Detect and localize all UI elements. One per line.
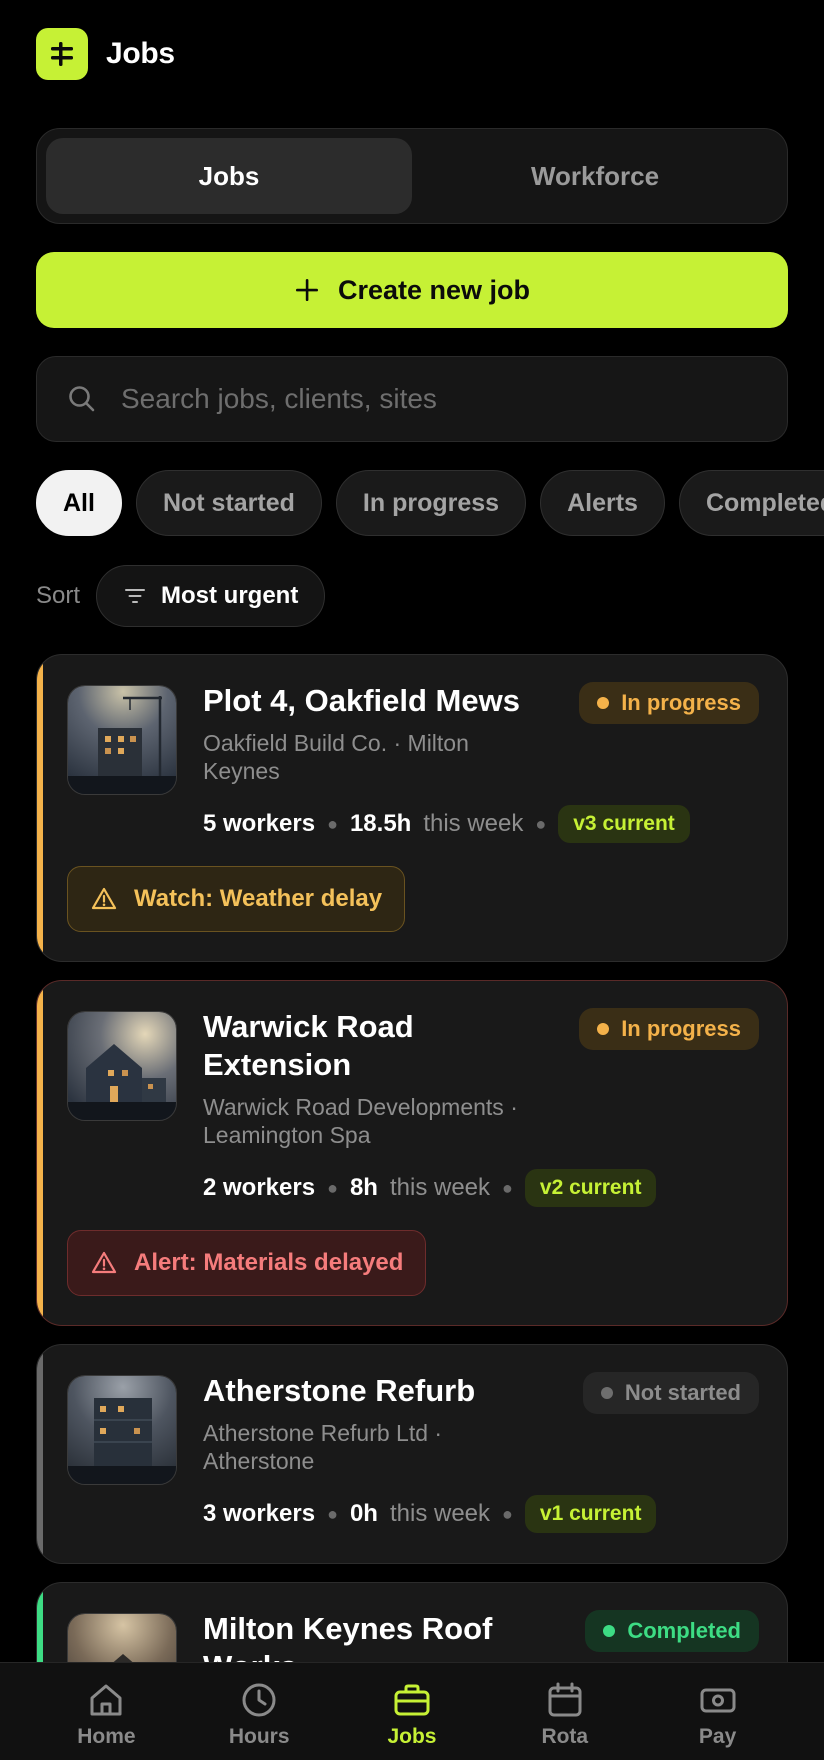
banner-text: Watch: Weather delay — [134, 885, 383, 912]
app-logo-icon — [36, 28, 88, 80]
job-client-line2: Leamington Spa — [203, 1122, 371, 1148]
page-title: Jobs — [106, 37, 175, 70]
hours-suffix: this week — [423, 810, 524, 837]
hours-value: 0h — [349, 1500, 378, 1527]
sort-label: Sort — [36, 582, 81, 609]
search-icon — [69, 386, 95, 412]
job-thumbnail — [67, 1375, 177, 1485]
status-dot-icon — [603, 1625, 616, 1637]
job-title-line1: Warwick Road — [203, 1009, 414, 1044]
separator-dot: ● — [327, 813, 338, 834]
tab-label: Jobs — [387, 1725, 437, 1748]
job-client-line1: Atherstone Refurb Ltd · — [203, 1420, 443, 1446]
watch-banner[interactable]: Watch: Weather delay — [67, 866, 406, 932]
search-placeholder: Search jobs, clients, sites — [121, 383, 437, 414]
sort-dropdown-button[interactable]: Most urgent — [96, 565, 326, 627]
filter-chip-alerts[interactable]: Alerts — [540, 470, 665, 536]
status-badge: In progress — [579, 1008, 759, 1050]
bottom-tab-bar: Home Hours Jobs Rota Pay — [0, 1662, 824, 1760]
create-new-job-label: Create new job — [337, 274, 531, 305]
job-meta: 2 workers ● 8h this week ● v2 current — [203, 1169, 657, 1207]
job-client-line1: Oakfield Build Co. · Milton — [203, 730, 469, 756]
segment-jobs[interactable]: Jobs — [46, 138, 412, 214]
job-card[interactable]: Atherstone Refurb Not started Atherstone… — [36, 1344, 788, 1564]
briefcase-icon — [394, 1684, 430, 1716]
filter-chip-in-progress[interactable]: In progress — [335, 470, 527, 536]
version-badge: v3 current — [558, 805, 690, 843]
view-segmented-control: Jobs Workforce — [36, 128, 788, 224]
hours-suffix: this week — [389, 1500, 491, 1527]
hours-value: 8h — [349, 1174, 378, 1201]
clock-icon — [242, 1683, 276, 1717]
separator-dot: ● — [327, 1503, 338, 1524]
sort-filter-icon — [125, 589, 146, 603]
tab-home[interactable]: Home — [41, 1663, 171, 1760]
hours-value: 18.5h — [349, 810, 412, 837]
separator-dot: ● — [535, 813, 547, 834]
app-header: Jobs — [36, 28, 175, 80]
workers-count: 3 workers — [203, 1500, 316, 1527]
tab-pay[interactable]: Pay — [653, 1663, 783, 1760]
hours-suffix: this week — [389, 1174, 491, 1201]
job-title-line1: Milton Keynes Roof — [203, 1611, 493, 1646]
segment-workforce[interactable]: Workforce — [412, 138, 778, 214]
status-dot-icon — [600, 1387, 613, 1399]
job-meta: 3 workers ● 0h this week ● v1 current — [203, 1495, 657, 1533]
calendar-icon — [548, 1682, 582, 1717]
job-client-line2: Keynes — [203, 758, 280, 784]
filter-chips: All Not started In progress Alerts Compl… — [36, 470, 824, 536]
status-label: Completed — [627, 1618, 741, 1643]
tab-hours[interactable]: Hours — [194, 1663, 324, 1760]
job-meta: 5 workers ● 18.5h this week ● v3 current — [203, 805, 690, 843]
separator-dot: ● — [327, 1177, 338, 1198]
filter-chip-completed[interactable]: Completed — [678, 470, 824, 536]
tab-label: Hours — [228, 1725, 290, 1748]
job-thumbnail — [67, 1011, 177, 1121]
tab-label: Rota — [541, 1725, 589, 1748]
sort-value: Most urgent — [161, 582, 299, 609]
version-badge: v1 current — [524, 1495, 657, 1533]
alert-banner[interactable]: Alert: Materials delayed — [67, 1230, 427, 1296]
tab-rota[interactable]: Rota — [500, 1663, 630, 1760]
filter-chip-all[interactable]: All — [36, 470, 122, 536]
sort-row: Sort Most urgent — [36, 565, 326, 627]
separator-dot: ● — [502, 1177, 513, 1198]
status-badge: Not started — [582, 1372, 759, 1414]
job-card[interactable]: Warwick Road Extension In progress Warwi… — [36, 980, 788, 1326]
status-label: In progress — [621, 1016, 741, 1041]
job-client-line2: Atherstone — [203, 1448, 315, 1474]
filter-chip-not-started[interactable]: Not started — [135, 470, 322, 536]
home-icon — [90, 1684, 122, 1716]
tab-label: Pay — [698, 1725, 737, 1748]
job-card[interactable]: Plot 4, Oakfield Mews In progress Oakfie… — [36, 654, 788, 962]
warning-icon — [91, 887, 117, 910]
job-client-line1: Warwick Road Developments · — [203, 1094, 518, 1120]
alert-triangle-icon — [91, 1251, 117, 1274]
status-stripe — [37, 981, 43, 1325]
status-stripe — [37, 1345, 43, 1563]
banner-text: Alert: Materials delayed — [134, 1249, 404, 1276]
create-new-job-button[interactable]: Create new job — [36, 252, 788, 328]
version-badge: v2 current — [524, 1169, 657, 1207]
plus-icon — [295, 279, 318, 301]
job-title: Plot 4, Oakfield Mews — [203, 683, 520, 718]
job-thumbnail — [67, 685, 177, 795]
status-dot-icon — [597, 697, 610, 709]
status-dot-icon — [597, 1023, 610, 1035]
tab-jobs[interactable]: Jobs — [347, 1663, 477, 1760]
status-label: In progress — [621, 690, 741, 715]
workers-count: 5 workers — [203, 810, 316, 837]
separator-dot: ● — [502, 1503, 513, 1524]
cash-icon — [700, 1688, 736, 1713]
status-label: Not started — [624, 1380, 741, 1405]
tab-label: Home — [77, 1725, 136, 1748]
search-input[interactable]: Search jobs, clients, sites — [36, 356, 788, 442]
workers-count: 2 workers — [203, 1174, 316, 1201]
job-title-line2: Extension — [203, 1047, 352, 1082]
status-stripe — [37, 655, 43, 961]
status-badge: In progress — [579, 682, 759, 724]
job-title: Atherstone Refurb — [203, 1373, 476, 1408]
status-badge: Completed — [585, 1610, 759, 1652]
